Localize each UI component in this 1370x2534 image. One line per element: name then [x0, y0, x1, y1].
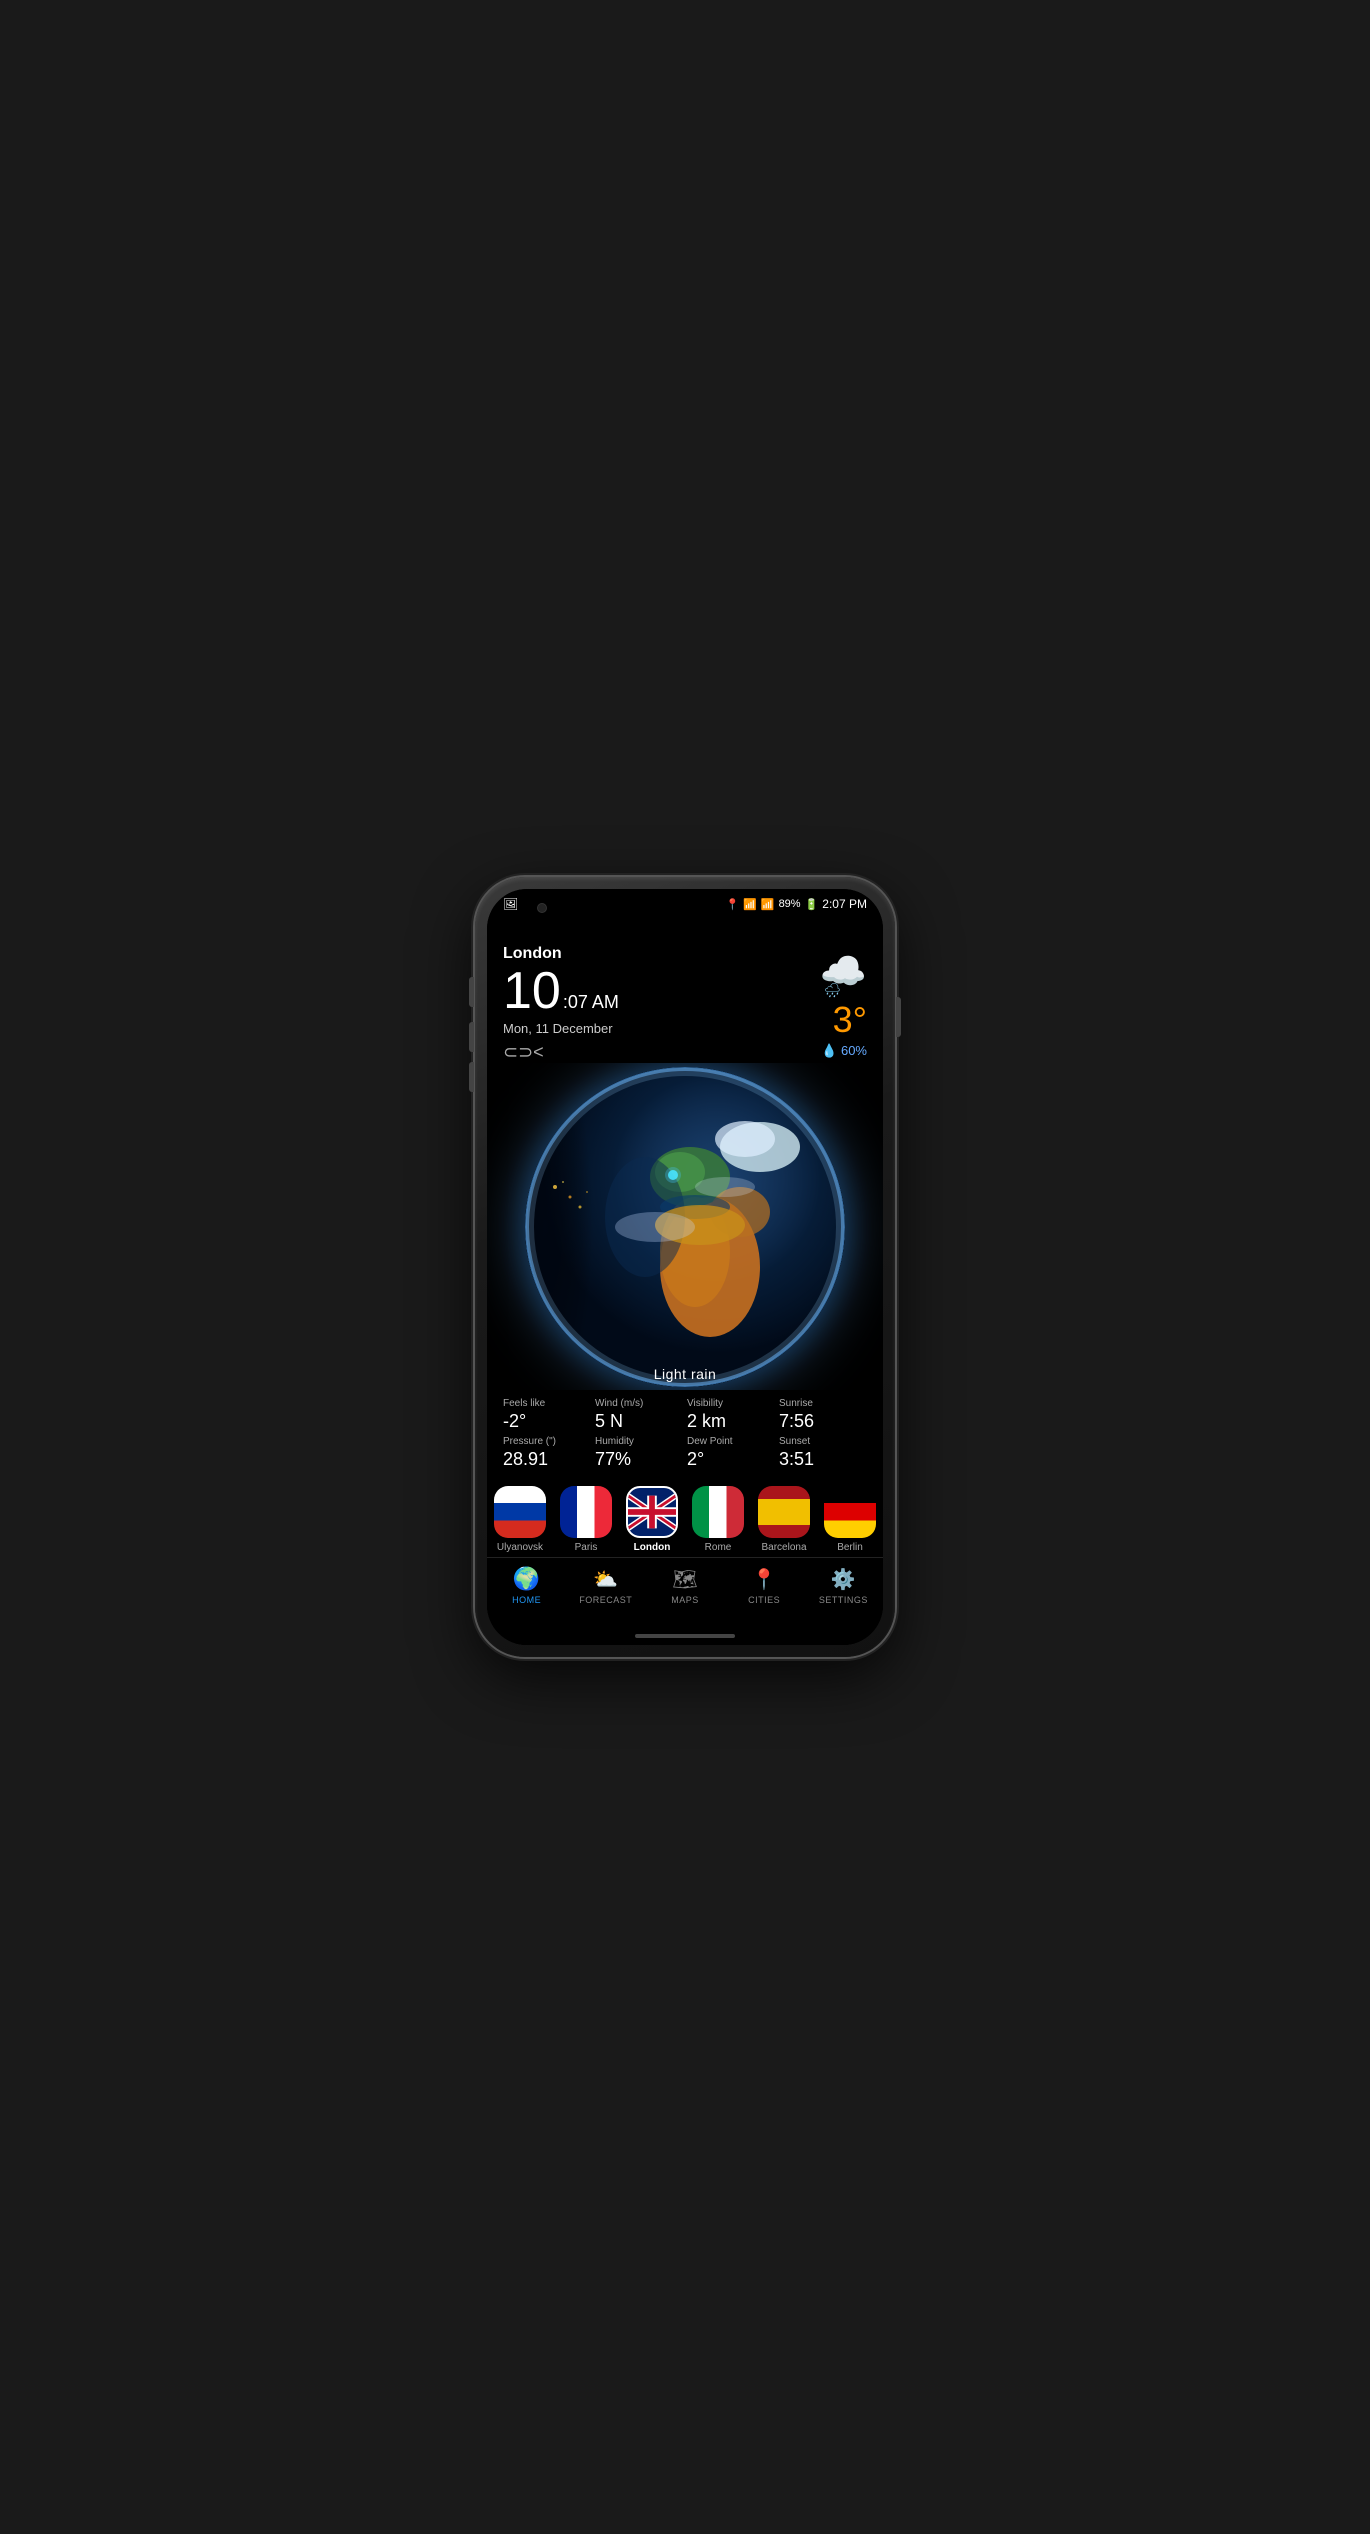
city-name-barcelona: Barcelona — [761, 1542, 806, 1553]
city-flag-paris — [560, 1486, 612, 1538]
stat-sunrise: Sunrise 7:56 — [779, 1398, 867, 1432]
time-display: 10 :07 AM — [503, 965, 619, 1017]
wifi-icon: 📶 — [743, 898, 757, 911]
city-flag-barcelona — [758, 1486, 810, 1538]
battery-percentage: 89% — [779, 898, 801, 910]
temperature: 3° — [820, 999, 867, 1041]
stat-pressure-value: 28.91 — [503, 1449, 591, 1470]
city-flag-london — [626, 1486, 678, 1538]
weather-condition-icon: ☁️ 🌧 — [820, 945, 867, 995]
stat-pressure: Pressure (") 28.91 — [503, 1436, 591, 1470]
city-name-rome: Rome — [705, 1542, 732, 1553]
time-minute-ampm: :07 AM — [563, 992, 619, 1013]
maps-icon: 🗺 — [672, 1567, 697, 1592]
stat-wind: Wind (m/s) 5 N — [595, 1398, 683, 1432]
weather-stats: Feels like -2° Wind (m/s) 5 N Visibility… — [487, 1390, 883, 1478]
stat-feels-like: Feels like -2° — [503, 1398, 591, 1432]
phone-screen: 🖼 📍 📶 📶 89% 🔋 2:07 PM London — [487, 889, 883, 1645]
stat-humidity: Humidity 77% — [595, 1436, 683, 1470]
nav-label-home: HOME — [512, 1595, 541, 1605]
stat-humidity-value: 77% — [595, 1449, 683, 1470]
home-bar — [635, 1634, 735, 1638]
clock-time: 2:07 PM — [822, 897, 867, 911]
settings-icon: ⚙️ — [831, 1567, 856, 1592]
nav-item-settings[interactable]: ⚙️ SETTINGS — [813, 1567, 873, 1605]
nav-label-cities: CITIES — [748, 1595, 780, 1605]
stat-feels-like-label: Feels like — [503, 1398, 591, 1409]
city-flag-ulyanovsk: ★ — [494, 1486, 546, 1538]
weather-right: ☁️ 🌧 3° 💧 60% — [820, 945, 867, 1059]
time-hour: 10 — [503, 965, 561, 1017]
stat-visibility: Visibility 2 km — [687, 1398, 775, 1432]
city-name-london: London — [634, 1542, 671, 1553]
stat-dew-point: Dew Point 2° — [687, 1436, 775, 1470]
stat-wind-value: 5 N — [595, 1411, 683, 1432]
precipitation-chance: 💧 60% — [820, 1043, 867, 1059]
status-bar: 🖼 📍 📶 📶 89% 🔋 2:07 PM — [487, 889, 883, 915]
stat-feels-like-value: -2° — [503, 1411, 591, 1432]
stat-visibility-value: 2 km — [687, 1411, 775, 1432]
home-icon: 🌍 — [513, 1566, 540, 1592]
globe-container[interactable]: Light rain — [487, 1063, 883, 1390]
signal-icon: 📶 — [761, 898, 775, 911]
location-time: London 10 :07 AM Mon, 11 December ⊂⊃< — [503, 945, 619, 1063]
date-display: Mon, 11 December — [503, 1021, 619, 1036]
stat-dew-point-value: 2° — [687, 1449, 775, 1470]
phone-frame: 🖼 📍 📶 📶 89% 🔋 2:07 PM London — [475, 877, 895, 1657]
stat-sunrise-label: Sunrise — [779, 1398, 867, 1409]
stat-pressure-label: Pressure (") — [503, 1436, 591, 1447]
city-flag-berlin — [824, 1486, 876, 1538]
city-item-berlin[interactable]: Berlin — [821, 1486, 879, 1553]
stat-dew-point-label: Dew Point — [687, 1436, 775, 1447]
status-left: 🖼 — [503, 897, 518, 911]
stat-sunset: Sunset 3:51 — [779, 1436, 867, 1470]
city-flag-rome — [692, 1486, 744, 1538]
city-selector: ★ Ulyanovsk Paris — [487, 1478, 883, 1557]
widget-icon: 🖼 — [503, 897, 518, 911]
nav-item-home[interactable]: 🌍 HOME — [497, 1566, 557, 1605]
city-name-paris: Paris — [575, 1542, 598, 1553]
stat-humidity-label: Humidity — [595, 1436, 683, 1447]
nav-label-settings: SETTINGS — [819, 1595, 868, 1605]
home-indicator — [487, 1621, 883, 1645]
weather-condition-label: Light rain — [654, 1366, 717, 1382]
stat-sunset-label: Sunset — [779, 1436, 867, 1447]
city-item-ulyanovsk[interactable]: ★ Ulyanovsk — [491, 1486, 549, 1553]
share-icon[interactable]: ⊂⊃< — [503, 1042, 619, 1063]
globe — [525, 1067, 845, 1387]
city-name-berlin: Berlin — [837, 1542, 863, 1553]
status-right: 📍 📶 📶 89% 🔋 2:07 PM — [725, 897, 867, 911]
city-item-london[interactable]: London — [623, 1486, 681, 1553]
bottom-nav: 🌍 HOME ⛅ FORECAST 🗺 MAPS 📍 CITIES — [487, 1557, 883, 1621]
weather-header: London 10 :07 AM Mon, 11 December ⊂⊃< ☁️… — [487, 915, 883, 1063]
city-item-rome[interactable]: Rome — [689, 1486, 747, 1553]
battery-icon: 🔋 — [805, 898, 819, 911]
city-name-ulyanovsk: Ulyanovsk — [497, 1542, 543, 1553]
globe-svg — [525, 1067, 845, 1387]
stat-wind-label: Wind (m/s) — [595, 1398, 683, 1409]
city-item-paris[interactable]: Paris — [557, 1486, 615, 1553]
nav-item-cities[interactable]: 📍 CITIES — [734, 1567, 794, 1605]
nav-item-forecast[interactable]: ⛅ FORECAST — [576, 1567, 636, 1605]
app-content: 🖼 📍 📶 📶 89% 🔋 2:07 PM London — [487, 889, 883, 1645]
stat-sunrise-value: 7:56 — [779, 1411, 867, 1432]
city-star-ulyanovsk: ★ — [499, 1489, 507, 1500]
stat-sunset-value: 3:51 — [779, 1449, 867, 1470]
stat-visibility-label: Visibility — [687, 1398, 775, 1409]
forecast-icon: ⛅ — [593, 1567, 618, 1592]
location-icon: 📍 — [725, 898, 739, 911]
nav-label-maps: MAPS — [671, 1595, 699, 1605]
city-item-barcelona[interactable]: Barcelona — [755, 1486, 813, 1553]
nav-item-maps[interactable]: 🗺 MAPS — [655, 1567, 715, 1605]
cities-icon: 📍 — [752, 1567, 777, 1592]
nav-label-forecast: FORECAST — [579, 1595, 632, 1605]
city-name: London — [503, 945, 619, 963]
